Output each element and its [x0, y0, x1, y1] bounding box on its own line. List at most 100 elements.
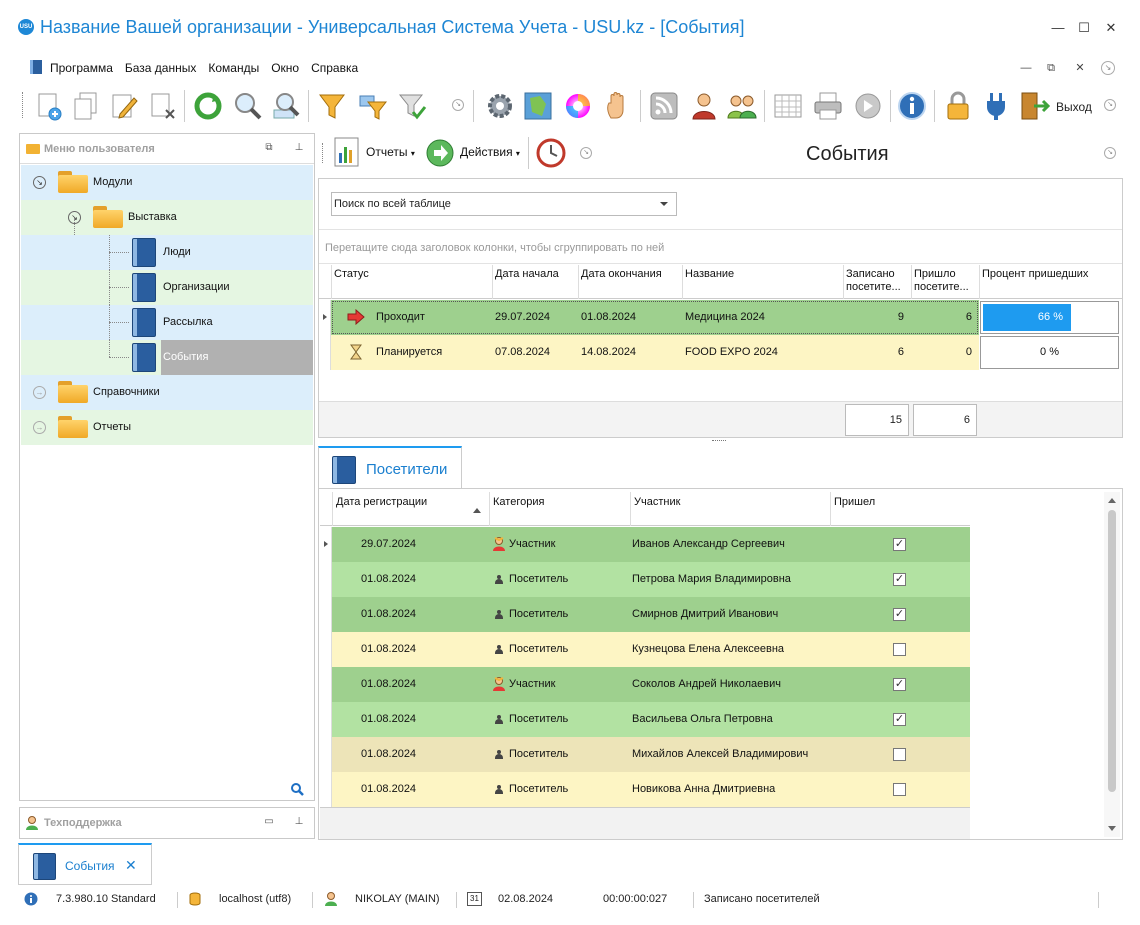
reports-button[interactable]: Отчеты ▾: [366, 145, 415, 159]
forward-icon[interactable]: [852, 90, 884, 122]
row-indicator[interactable]: [320, 527, 332, 562]
expand-icon[interactable]: →: [33, 386, 46, 399]
came-checkbox[interactable]: ✓: [893, 678, 906, 691]
came-checkbox[interactable]: [893, 748, 906, 761]
row-indicator[interactable]: [320, 562, 332, 597]
toolbar-options-icon[interactable]: ↘: [1104, 99, 1116, 111]
mdi-restore-button[interactable]: ⧉: [1043, 60, 1059, 76]
table-row[interactable]: Проходит 29.07.2024 01.08.2024 Медицина 202…: [319, 300, 1122, 335]
column-header-6[interactable]: Процент пришедших: [979, 265, 1122, 299]
came-checkbox[interactable]: [893, 783, 906, 796]
filter-icon[interactable]: [316, 90, 348, 122]
table-row[interactable]: 29.07.2024 Участник Иванов Александр Серге…: [320, 527, 970, 562]
tree-item-0[interactable]: ↘ Модули: [21, 165, 313, 200]
toolbar-more-icon[interactable]: ↘: [452, 99, 464, 111]
row-indicator[interactable]: [320, 667, 332, 702]
menu-item-3[interactable]: Окно: [271, 61, 299, 75]
mdi-options-icon[interactable]: ↘: [1101, 61, 1115, 75]
users-group-icon[interactable]: [726, 90, 758, 122]
table-row[interactable]: 01.08.2024 Посетитель Михайлов Алексей Вла…: [320, 737, 970, 772]
tree-item-5[interactable]: События: [21, 340, 313, 375]
maximize-button[interactable]: ☐: [1074, 18, 1094, 38]
column-header-4[interactable]: Записано посетите...: [843, 265, 911, 299]
came-checkbox[interactable]: ✓: [893, 573, 906, 586]
group-by-panel[interactable]: Перетащите сюда заголовок колонки, чтобы…: [319, 229, 1122, 264]
splitter-handle[interactable]: [712, 440, 726, 442]
filter-settings-icon[interactable]: [356, 90, 388, 122]
row-indicator[interactable]: [320, 632, 332, 667]
tab-events-document[interactable]: События ✕: [18, 843, 152, 885]
row-indicator[interactable]: [320, 702, 332, 737]
plug-icon[interactable]: [980, 90, 1012, 122]
tree-item-2[interactable]: Люди: [21, 235, 313, 270]
tree-item-7[interactable]: → Отчеты: [21, 410, 313, 445]
table-row[interactable]: 01.08.2024 Участник Соколов Андрей Николае…: [320, 667, 970, 702]
column-header-1[interactable]: Дата начала: [492, 265, 578, 299]
table-row[interactable]: Планируется 07.08.2024 14.08.2024 FOOD EXPO…: [319, 335, 1122, 370]
row-indicator[interactable]: [319, 300, 331, 335]
map-icon[interactable]: [522, 90, 554, 122]
color-palette-icon[interactable]: [562, 90, 594, 122]
actions-button[interactable]: Действия ▾: [460, 145, 520, 159]
tree-item-3[interactable]: Организации: [21, 270, 313, 305]
rss-icon[interactable]: [648, 90, 680, 122]
column-header-5[interactable]: Пришло посетите...: [911, 265, 979, 299]
exit-door-icon[interactable]: [1018, 90, 1051, 122]
scroll-down-icon[interactable]: [1108, 826, 1116, 831]
mdi-close-button[interactable]: ✕: [1072, 60, 1088, 76]
clock-icon[interactable]: [536, 138, 566, 168]
column-header-1[interactable]: Категория: [489, 492, 630, 526]
pin-panel-icon[interactable]: ⊥: [292, 142, 306, 156]
table-row[interactable]: 01.08.2024 Посетитель Новикова Анна Дмитри…: [320, 772, 970, 807]
reports-icon[interactable]: [334, 137, 360, 167]
tree-item-1[interactable]: ↘ Выставка: [21, 200, 313, 235]
settings-gear-icon[interactable]: [484, 90, 516, 122]
column-header-0[interactable]: Статус: [331, 265, 492, 299]
vertical-scrollbar[interactable]: [1104, 492, 1120, 837]
delete-record-icon[interactable]: [146, 90, 178, 122]
row-indicator[interactable]: [319, 335, 331, 370]
user-icon[interactable]: [688, 90, 720, 122]
search-input[interactable]: Поиск по всей таблице: [331, 192, 677, 216]
hand-icon[interactable]: [602, 90, 634, 122]
scroll-thumb[interactable]: [1108, 510, 1116, 792]
column-header-2[interactable]: Дата окончания: [578, 265, 682, 299]
row-indicator[interactable]: [320, 772, 332, 807]
search-icon[interactable]: [232, 90, 264, 122]
menu-item-4[interactable]: Справка: [311, 61, 358, 75]
close-tab-icon[interactable]: ✕: [125, 857, 137, 874]
exit-button[interactable]: Выход: [1056, 100, 1092, 114]
collapse-icon[interactable]: ↘: [33, 176, 46, 189]
column-header-3[interactable]: Пришел: [830, 492, 970, 526]
row-indicator[interactable]: [320, 737, 332, 772]
toolbar-more-icon[interactable]: ↘: [580, 147, 592, 159]
actions-icon[interactable]: [426, 139, 454, 167]
pin-panel-icon[interactable]: ⊥: [292, 816, 306, 830]
mdi-minimize-button[interactable]: —: [1018, 60, 1034, 76]
column-header-3[interactable]: Название: [682, 265, 843, 299]
scroll-up-icon[interactable]: [1108, 498, 1116, 503]
copy-record-icon[interactable]: [70, 90, 102, 122]
advanced-search-icon[interactable]: [270, 90, 302, 122]
menu-item-1[interactable]: База данных: [125, 61, 196, 75]
minimize-panel-icon[interactable]: ▭: [262, 816, 276, 830]
menu-item-0[interactable]: Программа: [50, 61, 113, 75]
close-button[interactable]: ✕: [1101, 18, 1121, 38]
expand-icon[interactable]: →: [33, 421, 46, 434]
row-indicator[interactable]: [320, 597, 332, 632]
info-icon[interactable]: [896, 90, 928, 122]
clear-filter-icon[interactable]: [396, 90, 428, 122]
float-panel-icon[interactable]: ⧉: [262, 142, 276, 156]
came-checkbox[interactable]: ✓: [893, 608, 906, 621]
add-record-icon[interactable]: [32, 90, 64, 122]
lock-icon[interactable]: [942, 90, 974, 122]
menu-item-2[interactable]: Команды: [208, 61, 259, 75]
print-icon[interactable]: [812, 90, 844, 122]
table-row[interactable]: 01.08.2024 Посетитель Петрова Мария Владим…: [320, 562, 970, 597]
column-header-2[interactable]: Участник: [630, 492, 830, 526]
menu-search-icon[interactable]: [290, 782, 304, 796]
table-icon[interactable]: [772, 90, 804, 122]
column-header-0[interactable]: Дата регистрации: [332, 492, 489, 526]
came-checkbox[interactable]: [893, 643, 906, 656]
minimize-button[interactable]: —: [1048, 18, 1068, 38]
